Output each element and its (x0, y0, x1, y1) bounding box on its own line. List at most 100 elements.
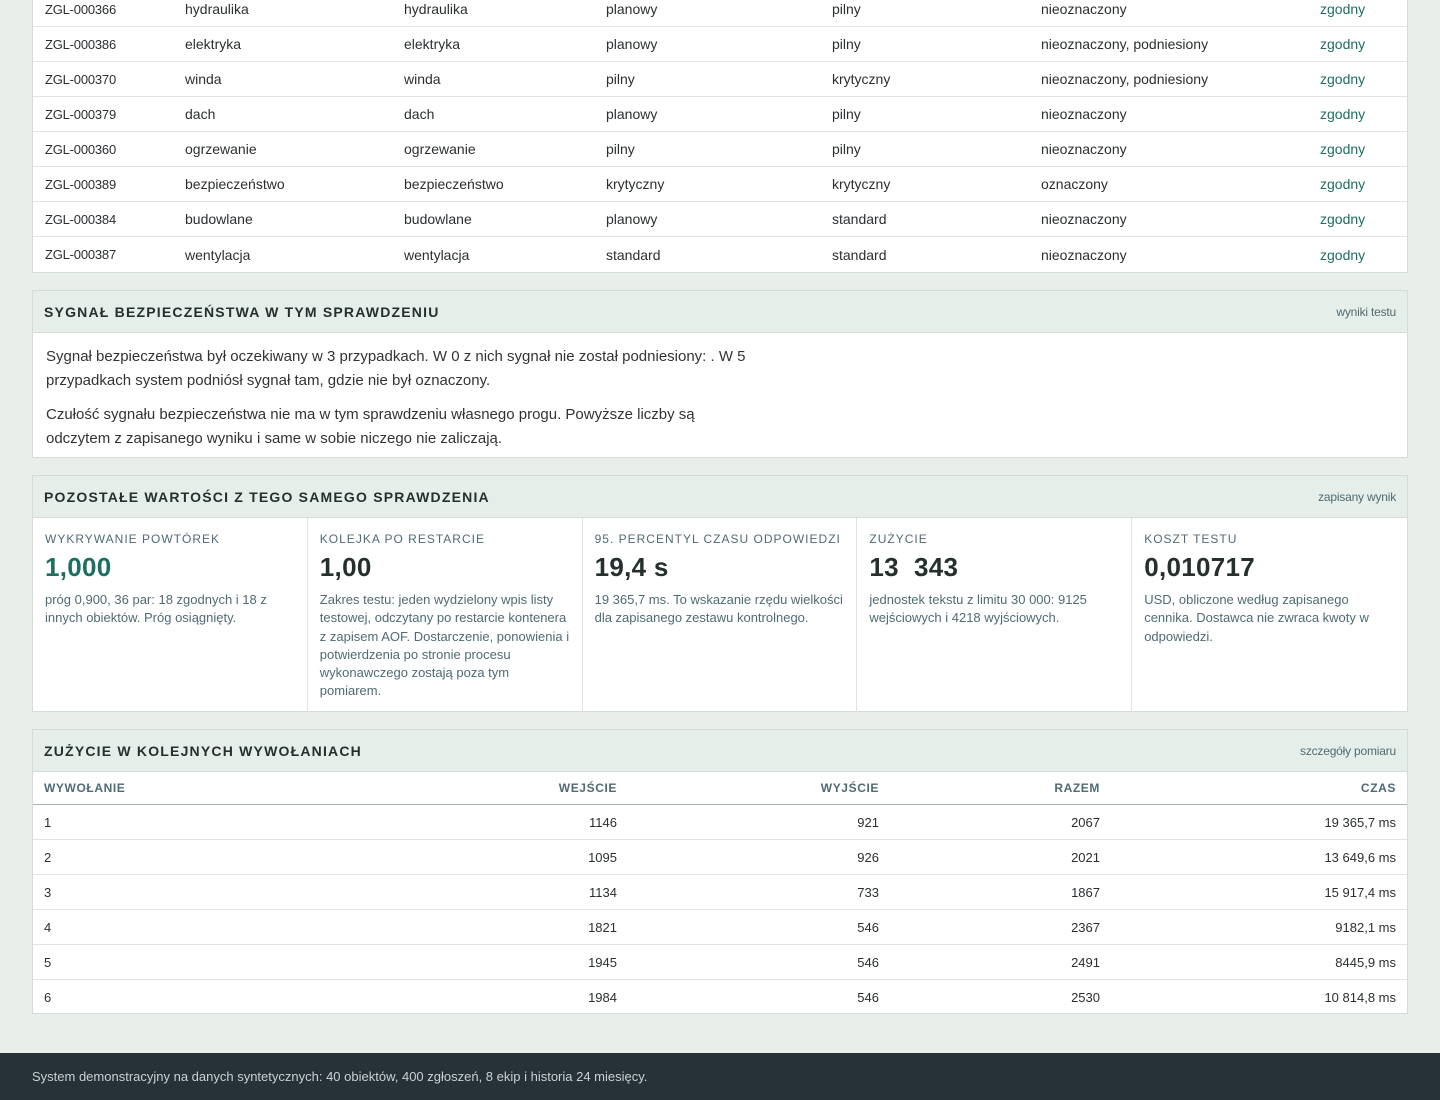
table-row: ZGL-000360 ogrzewanie ogrzewanie pilny p… (33, 132, 1407, 167)
case-category: winda (185, 71, 222, 87)
call-time: 15 917,4 ms (1324, 884, 1396, 900)
table-row: 3 1134 733 1867 15 917,4 ms (33, 875, 1407, 910)
panel-tag: wyniki testu (1336, 304, 1396, 319)
call-number: 2 (44, 849, 52, 865)
input-tokens: 1984 (588, 990, 617, 1005)
case-id: ZGL-000384 (45, 211, 116, 227)
signal-paragraph: Sygnał bezpieczeństwa był oczekiwany w 3… (46, 348, 746, 389)
panel-header: Sygnał bezpieczeństwa w tym sprawdzeniu … (33, 291, 1407, 333)
table-row: ZGL-000387 wentylacja wentylacja standar… (33, 237, 1407, 272)
table-row: ZGL-000386 elektryka elektryka planowy p… (33, 27, 1407, 62)
total-tokens: 2530 (1071, 990, 1100, 1005)
case-category: budowlane (185, 211, 253, 227)
call-time: 13 649,6 ms (1324, 849, 1396, 865)
case-predicted-priority: pilny (832, 36, 861, 52)
case-id: ZGL-000386 (45, 36, 116, 52)
input-tokens: 1095 (588, 849, 617, 865)
column-header: RAZEM (1054, 781, 1100, 795)
metric-description: USD, obliczone według zapisanego cennika… (1144, 592, 1369, 644)
table-row: ZGL-000366 hydraulika hydraulika planowy… (33, 0, 1407, 27)
column-header: CZAS (1360, 781, 1396, 795)
case-category: wentylacja (185, 246, 251, 263)
call-time: 10 814,8 ms (1324, 990, 1396, 1005)
input-tokens: 1134 (589, 884, 617, 900)
table-row: ZGL-000379 dach dach planowy pilny nieoz… (33, 97, 1407, 132)
case-predicted-priority: pilny (832, 106, 861, 122)
metrics-row: Wykrywanie powtórek 1,000 próg 0,900, 36… (33, 518, 1407, 712)
case-priority: planowy (606, 36, 658, 52)
metric-card: 95. percentyl czasu odpowiedzi 19,4 s 19… (583, 518, 858, 712)
case-category: bezpieczeństwo (185, 176, 285, 192)
page-footer: System demonstracyjny na danych syntetyc… (0, 1053, 1440, 1100)
input-tokens: 1146 (589, 814, 617, 830)
case-category: ogrzewanie (185, 141, 257, 157)
metric-label: 95. percentyl czasu odpowiedzi (594, 532, 841, 546)
total-tokens: 2021 (1071, 849, 1100, 865)
case-signal: nieoznaczony, podniesiony (1041, 71, 1209, 87)
table-row: 6 1984 546 2530 10 814,8 ms (33, 980, 1407, 1015)
case-id: ZGL-000379 (45, 106, 116, 122)
metric-value: 1,000 (45, 552, 112, 582)
metric-description: jednostek tekstu z limitu 30 000: 9125 w… (869, 592, 1087, 626)
call-number: 1 (44, 814, 52, 830)
case-result: zgodny (1320, 211, 1366, 227)
case-predicted-category: elektryka (404, 36, 461, 52)
table-row: ZGL-000370 winda winda pilny krytyczny n… (33, 62, 1407, 97)
case-result: zgodny (1320, 176, 1366, 192)
table-row: ZGL-000389 bezpieczeństwo bezpieczeństwo… (33, 167, 1407, 202)
column-header: WYJŚCIE (820, 781, 879, 795)
case-signal: nieoznaczony, podniesiony (1041, 36, 1209, 52)
call-time: 8445,9 ms (1335, 954, 1396, 970)
case-signal: nieoznaczony (1041, 106, 1127, 122)
case-signal: nieoznaczony (1041, 1, 1127, 17)
metric-value: 13 343 (869, 552, 959, 582)
case-category: hydraulika (185, 1, 249, 17)
table-header: WYWOŁANIE WEJŚCIE WYJŚCIE RAZEM CZAS (33, 772, 1407, 805)
panel-title: Zużycie w kolejnych wywołaniach (44, 742, 362, 759)
output-tokens: 921 (857, 814, 879, 830)
case-predicted-priority: pilny (832, 141, 861, 157)
case-predicted-priority: standard (832, 211, 887, 227)
output-tokens: 546 (857, 919, 879, 935)
table-row: 4 1821 546 2367 9182,1 ms (33, 910, 1407, 945)
total-tokens: 2367 (1071, 919, 1100, 935)
call-number: 5 (44, 954, 52, 970)
case-category: elektryka (185, 36, 242, 52)
call-number: 3 (44, 884, 52, 900)
metric-value: 1,00 (319, 552, 372, 582)
metric-card: Zużycie 13 343 jednostek tekstu z limitu… (857, 518, 1133, 712)
case-signal: nieoznaczony (1041, 211, 1127, 227)
column-header: WYWOŁANIE (44, 781, 126, 795)
metric-description: 19 365,7 ms. To wskazanie rzędu wielkośc… (594, 592, 843, 626)
output-tokens: 546 (857, 954, 879, 970)
call-time: 9182,1 ms (1335, 919, 1396, 935)
case-id: ZGL-000389 (45, 176, 116, 192)
call-time: 19 365,7 ms (1324, 814, 1396, 830)
case-result: zgodny (1320, 106, 1366, 122)
case-predicted-category: wentylacja (404, 246, 470, 263)
other-values-panel: Pozostałe wartości z tego samego sprawdz… (32, 475, 1408, 712)
case-predicted-priority: standard (832, 246, 887, 263)
case-priority: pilny (606, 71, 635, 87)
case-id: ZGL-000370 (45, 71, 116, 87)
metric-label: Zużycie (869, 532, 928, 546)
call-number: 4 (44, 919, 52, 935)
metric-card: Wykrywanie powtórek 1,000 próg 0,900, 36… (33, 518, 308, 712)
input-tokens: 1821 (588, 919, 617, 935)
case-signal: nieoznaczony (1041, 141, 1127, 157)
case-predicted-category: winda (404, 71, 441, 87)
case-predicted-category: bezpieczeństwo (404, 176, 504, 192)
safety-signal-panel: Sygnał bezpieczeństwa w tym sprawdzeniu … (32, 290, 1408, 458)
signal-paragraph: Czułość sygnału bezpieczeństwa nie ma w … (46, 406, 695, 447)
metric-value: 0,010717 (1144, 552, 1256, 582)
case-priority: krytyczny (606, 176, 665, 192)
cases-table: ZGL-000366 hydraulika hydraulika planowy… (32, 0, 1408, 273)
output-tokens: 926 (857, 849, 879, 865)
panel-tag: zapisany wynik (1318, 489, 1396, 504)
case-predicted-priority: pilny (832, 1, 861, 17)
case-signal: nieoznaczony (1041, 246, 1127, 263)
case-priority: planowy (606, 106, 658, 122)
case-predicted-category: hydraulika (404, 1, 468, 17)
total-tokens: 1867 (1071, 884, 1100, 900)
case-predicted-category: budowlane (404, 211, 472, 227)
